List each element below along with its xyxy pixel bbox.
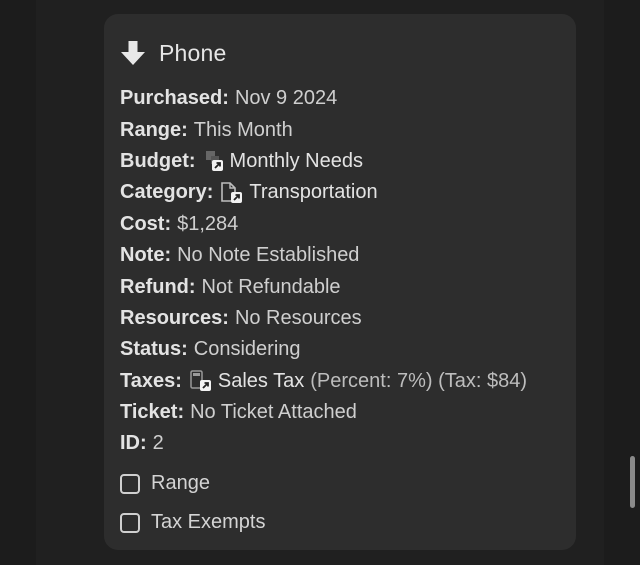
prop-refund: Refund: Not Refundable (120, 271, 527, 302)
prop-label: Budget: (120, 149, 196, 172)
checkbox-tax-exempts[interactable]: Tax Exempts (120, 503, 265, 542)
prop-label: Status: (120, 338, 188, 361)
checkbox-range[interactable]: Range (120, 464, 265, 503)
calculator-link-icon (190, 370, 211, 392)
budget-link[interactable]: Monthly Needs (202, 149, 363, 173)
prop-range: Range: This Month (120, 114, 527, 145)
prop-label: Purchased: (120, 87, 229, 110)
category-value: Transportation (249, 181, 378, 204)
prop-label: Refund: (120, 275, 196, 298)
page-link-icon (205, 151, 223, 172)
prop-label: Note: (120, 244, 172, 267)
prop-purchased: Purchased: Nov 9 2024 (120, 83, 527, 114)
card-title: Phone (159, 39, 227, 66)
prop-value: Considering (193, 338, 301, 361)
prop-value: This Month (193, 118, 293, 141)
prop-budget: Budget: Monthly Needs (120, 146, 527, 177)
checkbox[interactable] (120, 473, 140, 494)
prop-value: No Ticket Attached (190, 401, 357, 424)
prop-taxes: Taxes: Sales Tax (Percent: 7%) (Tax: $84… (120, 366, 527, 397)
arrow-down-icon (121, 41, 145, 65)
checkbox[interactable] (120, 512, 140, 533)
prop-label: Taxes: (120, 369, 182, 392)
taxes-detail: (Percent: 7%) (Tax: $84) (310, 369, 527, 392)
prop-value: $1,284 (177, 212, 239, 235)
card-header[interactable]: Phone (120, 36, 227, 70)
prop-label: Ticket: (120, 401, 185, 424)
prop-label: Cost: (120, 212, 172, 235)
prop-ticket: Ticket: No Ticket Attached (120, 397, 527, 428)
prop-label: ID: (120, 432, 147, 455)
prop-cost: Cost: $1,284 (120, 209, 527, 240)
prop-value: Not Refundable (201, 275, 341, 298)
checkbox-label: Tax Exempts (151, 511, 266, 533)
prop-value: 2 (152, 432, 164, 455)
prop-value: No Note Established (177, 244, 360, 267)
budget-value: Monthly Needs (229, 149, 363, 172)
checkbox-label: Range (151, 472, 210, 494)
prop-id: ID: 2 (120, 428, 527, 459)
prop-label: Resources: (120, 306, 229, 329)
prop-value: Nov 9 2024 (234, 87, 338, 110)
prop-label: Category: (120, 181, 214, 204)
properties-list: Purchased: Nov 9 2024 Range: This Month … (120, 83, 527, 460)
category-link[interactable]: Transportation (219, 181, 378, 205)
prop-value: No Resources (234, 306, 362, 329)
document-link-icon (221, 182, 243, 203)
prop-status: Status: Considering (120, 334, 527, 365)
prop-label: Range: (120, 118, 188, 141)
scrollbar-thumb[interactable] (630, 456, 635, 508)
prop-category: Category: Transportation (120, 177, 527, 208)
prop-note: Note: No Note Established (120, 240, 527, 271)
taxes-value: Sales Tax (217, 369, 305, 392)
checkbox-list: Range Tax Exempts (120, 464, 265, 542)
taxes-link[interactable]: Sales Tax (188, 369, 304, 393)
prop-resources: Resources: No Resources (120, 303, 527, 334)
